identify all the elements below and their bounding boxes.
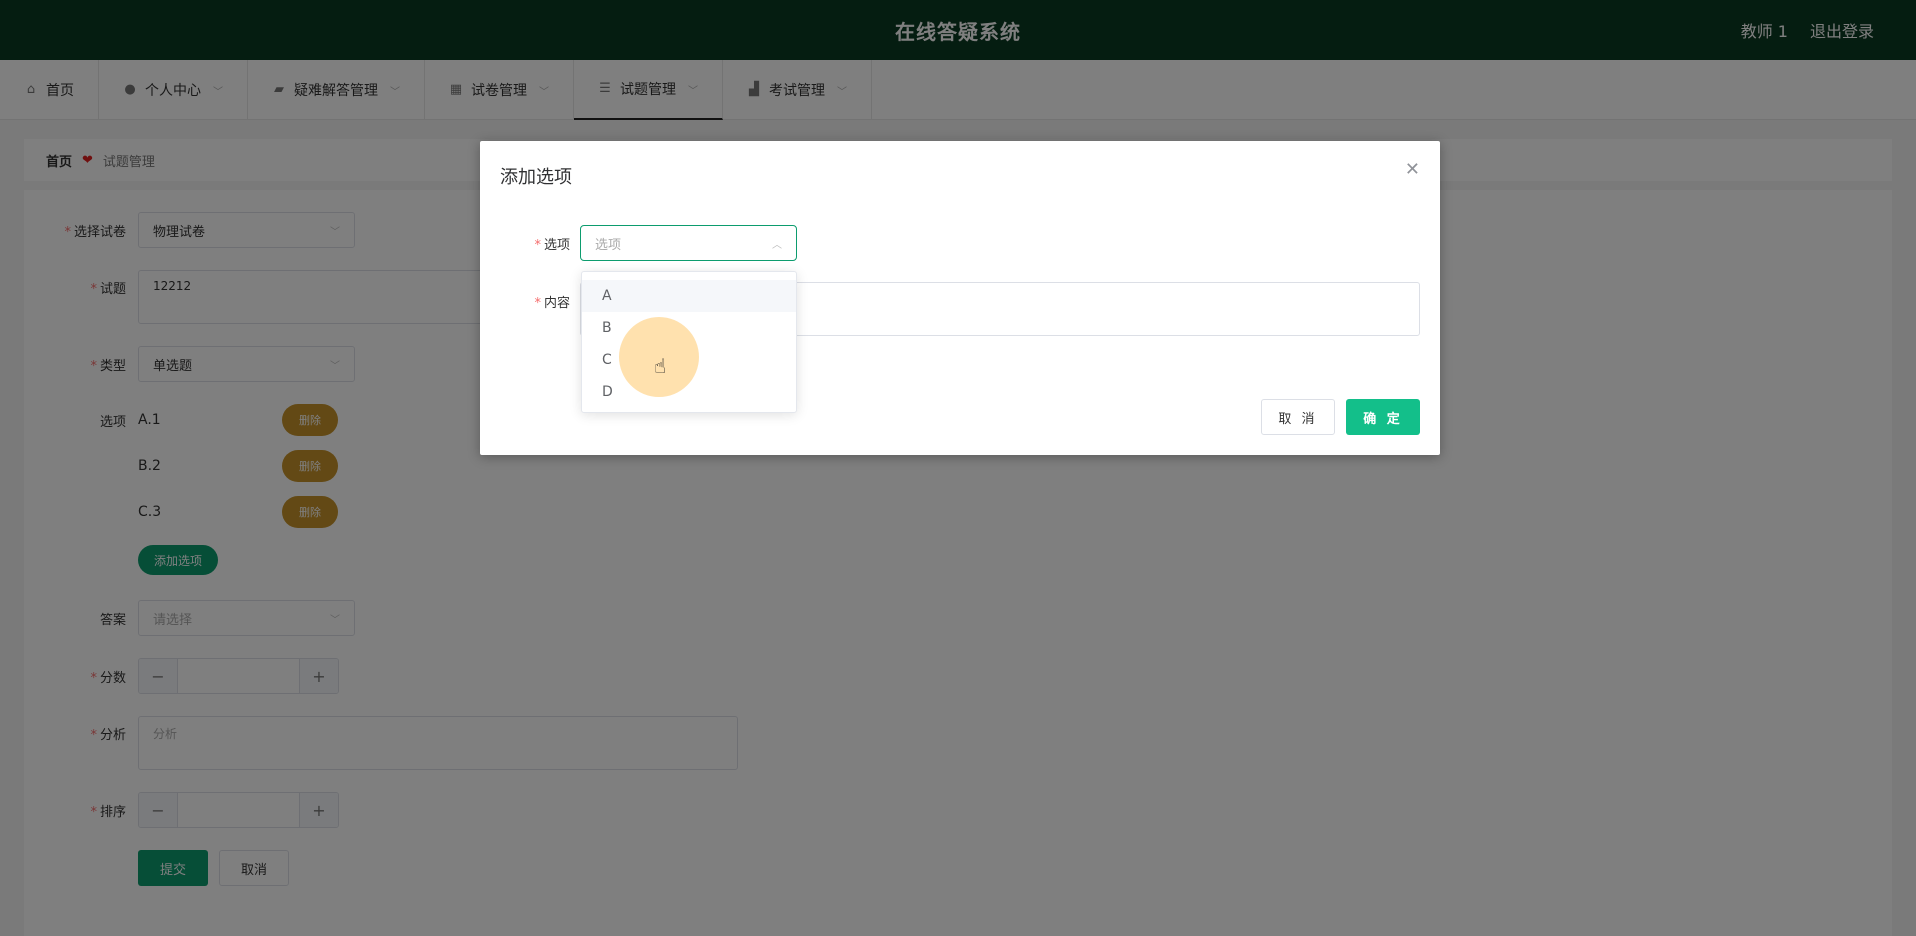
dialog-option-select[interactable]: 选项 ︿ — [580, 225, 797, 261]
dialog-cancel-button[interactable]: 取 消 — [1261, 399, 1335, 435]
dialog-confirm-button[interactable]: 确 定 — [1346, 399, 1420, 435]
dialog-title: 添加选项 — [500, 167, 572, 188]
chevron-up-icon: ︿ — [772, 239, 782, 251]
dropdown-option-a[interactable]: A — [582, 280, 796, 312]
close-icon[interactable]: ✕ — [1405, 159, 1420, 180]
hand-pointer-icon: ☝ — [654, 354, 667, 378]
dialog-option-label: 选项 — [543, 238, 570, 253]
dialog-content-label: 内容 — [543, 296, 570, 311]
